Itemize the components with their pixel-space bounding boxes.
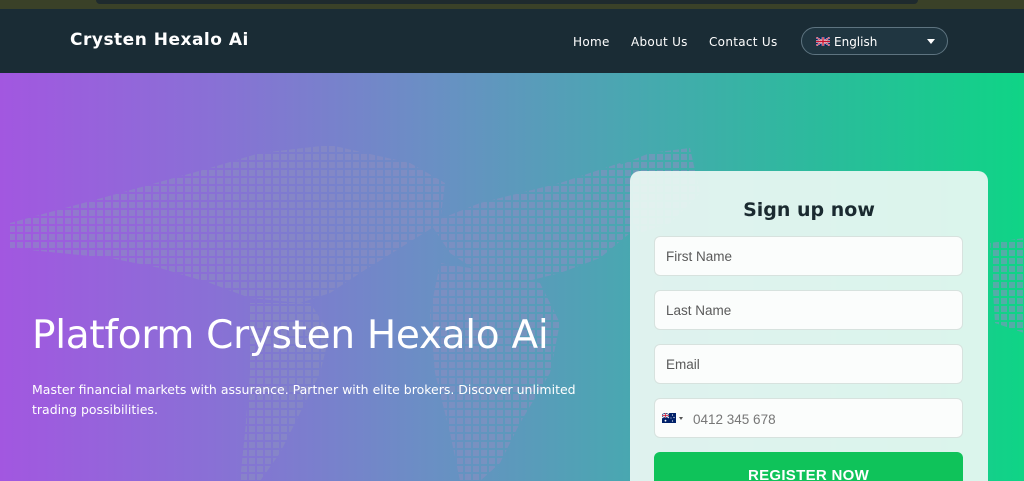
language-select[interactable]: English: [801, 27, 948, 55]
country-dropdown-icon[interactable]: [679, 417, 683, 420]
language-label: English: [834, 35, 878, 49]
signup-title: Sign up now: [743, 199, 875, 221]
email-input[interactable]: [654, 344, 963, 384]
scrollbar-track: [1010, 9, 1024, 73]
browser-top-strip: [0, 0, 1024, 9]
site-header: Crysten Hexalo Ai Home About Us Contact …: [0, 9, 1010, 73]
nav-contact-us[interactable]: Contact Us: [709, 35, 778, 49]
signup-card: Sign up now REGISTER NOW: [630, 171, 988, 481]
register-button[interactable]: REGISTER NOW: [654, 452, 963, 481]
nav-about-us[interactable]: About Us: [631, 35, 688, 49]
phone-field: [654, 398, 963, 439]
nav-home[interactable]: Home: [573, 35, 610, 49]
uk-flag-icon: [816, 37, 830, 46]
chevron-down-icon: [927, 39, 935, 44]
last-name-input[interactable]: [654, 290, 963, 330]
phone-input[interactable]: [691, 399, 955, 439]
hero-section: Platform Crysten Hexalo Ai Master financ…: [0, 73, 1024, 481]
top-bar: [96, 0, 918, 4]
first-name-input[interactable]: [654, 236, 963, 276]
australia-flag-icon[interactable]: [662, 413, 676, 423]
hero-title: Platform Crysten Hexalo Ai: [32, 313, 549, 358]
hero-subtitle: Master financial markets with assurance.…: [32, 382, 576, 417]
brand-logo[interactable]: Crysten Hexalo Ai: [70, 30, 249, 50]
